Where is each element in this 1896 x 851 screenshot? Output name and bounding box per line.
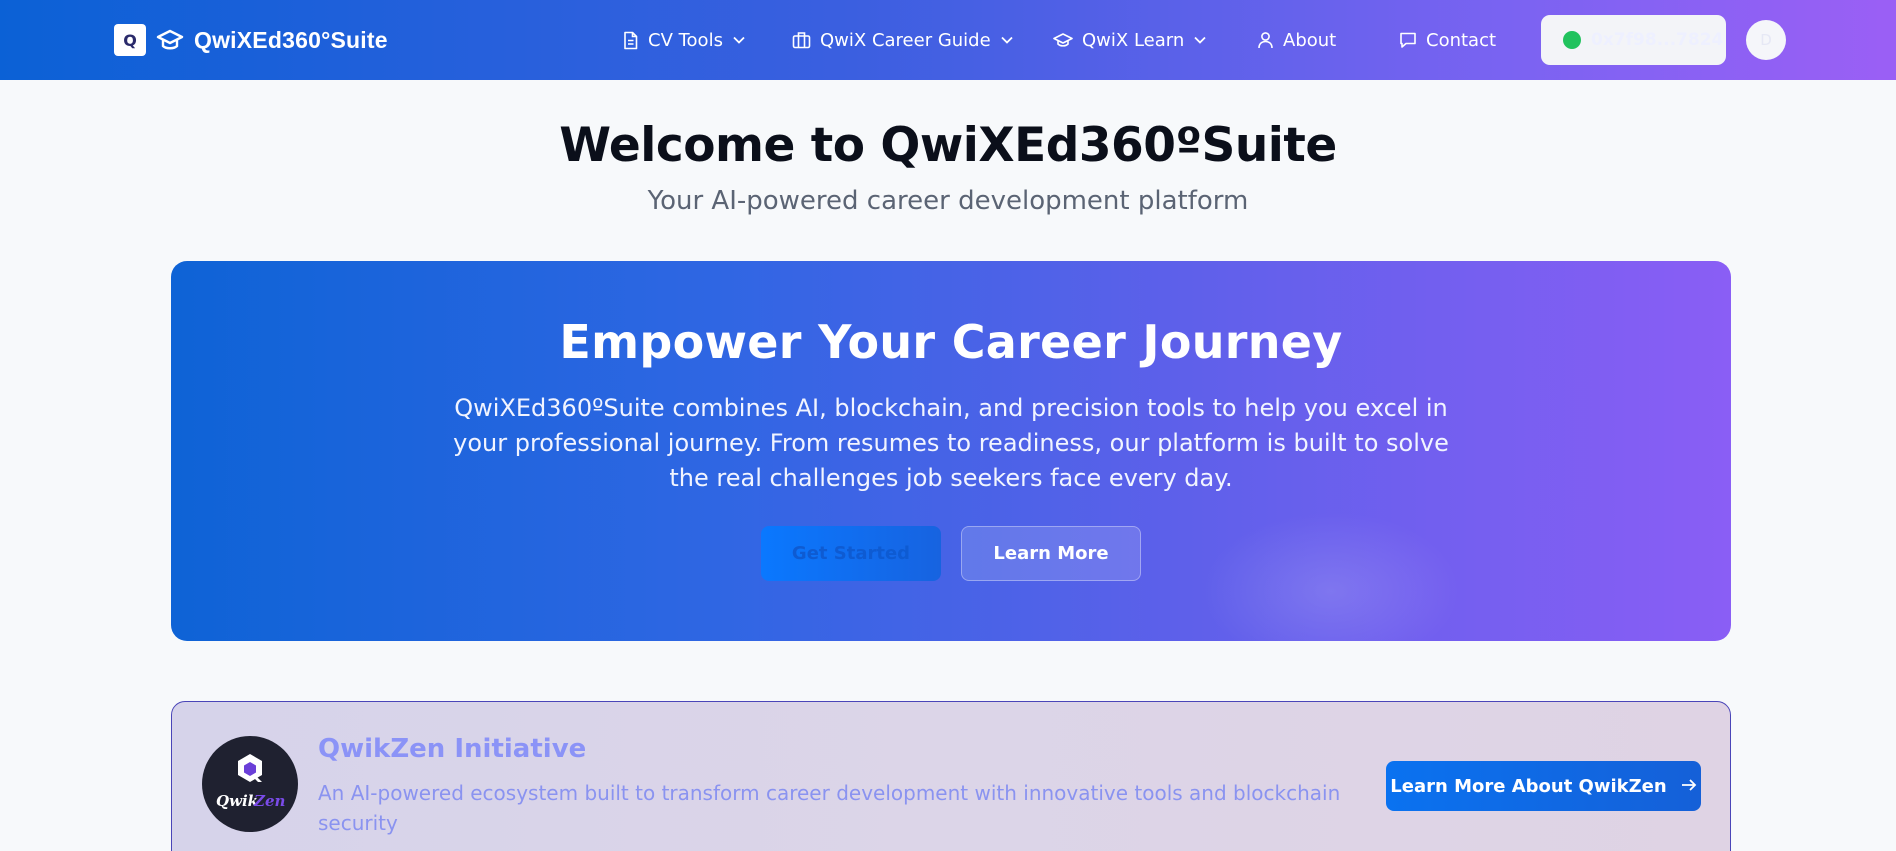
graduation-cap-icon xyxy=(1053,32,1073,48)
hero-description: QwiXEd360ºSuite combines AI, blockchain,… xyxy=(453,394,1449,492)
nav-label: About xyxy=(1283,29,1337,51)
arrow-right-icon xyxy=(1681,776,1697,797)
wallet-status-dot xyxy=(1563,31,1581,49)
message-icon xyxy=(1399,31,1417,49)
user-icon xyxy=(1257,31,1274,49)
svg-text:Qwik: Qwik xyxy=(216,792,258,810)
brand-logo: Q xyxy=(114,24,146,56)
chevron-down-icon xyxy=(1193,35,1207,45)
button-label: Learn More About QwikZen xyxy=(1390,775,1667,797)
document-icon xyxy=(622,31,639,50)
chevron-down-icon xyxy=(732,35,746,45)
nav-about[interactable]: About xyxy=(1257,26,1336,54)
learn-more-qwikzen-button[interactable]: Learn More About QwikZen xyxy=(1386,761,1701,811)
brand[interactable]: Q QwiXEd360°Suite xyxy=(114,22,388,58)
wallet-address: 0x7f98...7824 xyxy=(1591,30,1724,50)
nav-career-guide[interactable]: QwiX Career Guide xyxy=(792,26,1014,54)
qwikzen-description: An AI-powered ecosystem built to transfo… xyxy=(318,781,1341,835)
nav-label: CV Tools xyxy=(648,29,723,51)
page-subtitle: Your AI-powered career development platf… xyxy=(647,186,1249,216)
nav-label: QwiX Career Guide xyxy=(820,29,991,51)
brand-name: QwiXEd360°Suite xyxy=(194,26,388,53)
chevron-down-icon xyxy=(1000,35,1014,45)
nav-label: Contact xyxy=(1426,29,1497,51)
wallet-connect-button[interactable]: 0x7f98...7824 xyxy=(1541,15,1726,65)
briefcase-icon xyxy=(792,31,811,49)
svg-text:Zen: Zen xyxy=(253,792,285,810)
top-navigation-bar: Q QwiXEd360°Suite CV Tools QwiX Career G… xyxy=(0,0,1896,80)
avatar[interactable]: D xyxy=(1746,20,1786,60)
nav-contact[interactable]: Contact xyxy=(1399,26,1496,54)
learn-more-button[interactable]: Learn More xyxy=(961,526,1141,581)
nav-qwix-learn[interactable]: QwiX Learn xyxy=(1053,26,1207,54)
nav-cv-tools[interactable]: CV Tools xyxy=(622,26,746,54)
get-started-button[interactable]: Get Started xyxy=(761,526,941,581)
hero-glow-decoration xyxy=(1201,511,1461,641)
page-title: Welcome to QwiXEd360ºSuite xyxy=(559,118,1337,173)
hero-title: Empower Your Career Journey xyxy=(559,315,1343,369)
graduation-cap-icon xyxy=(156,28,184,52)
qwikzen-logo: Qwik Zen xyxy=(202,736,298,832)
hero-banner: Empower Your Career Journey QwiXEd360ºSu… xyxy=(171,261,1731,641)
qwikzen-title: QwikZen Initiative xyxy=(318,734,587,764)
qwikzen-card: Qwik Zen QwikZen Initiative An AI-powere… xyxy=(171,701,1731,851)
nav-label: QwiX Learn xyxy=(1082,29,1185,51)
